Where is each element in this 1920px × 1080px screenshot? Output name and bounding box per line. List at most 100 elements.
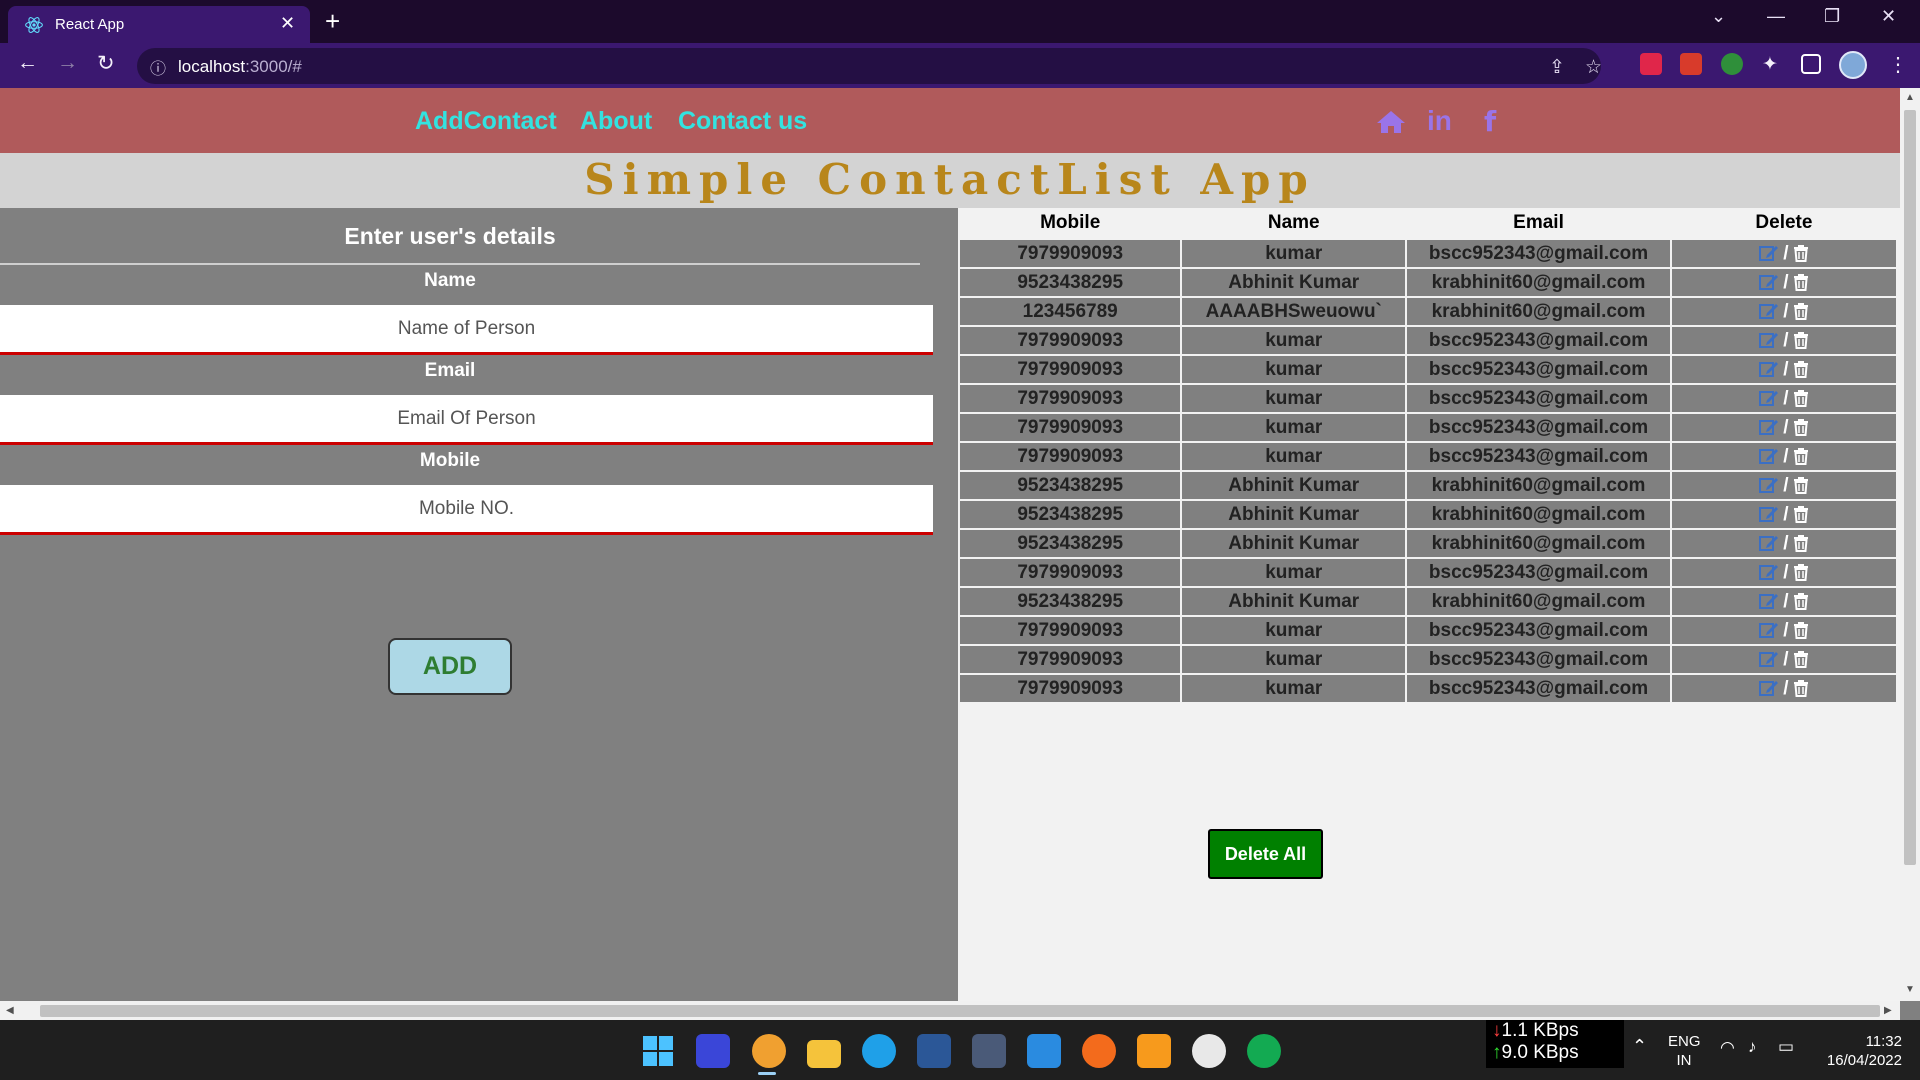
wifi-icon[interactable]: ◠ (1720, 1038, 1735, 1058)
edit-icon[interactable] (1759, 679, 1779, 697)
app-gray-icon[interactable] (972, 1034, 1006, 1068)
scroll-down-icon[interactable]: ▼ (1905, 984, 1915, 995)
edit-icon[interactable] (1759, 302, 1779, 320)
edit-icon[interactable] (1759, 360, 1779, 378)
trash-icon[interactable] (1793, 418, 1809, 437)
vscode-icon[interactable] (1027, 1034, 1061, 1068)
edit-icon[interactable] (1759, 563, 1779, 581)
horizontal-scroll-thumb[interactable] (40, 1005, 1880, 1017)
restore-icon[interactable]: ❐ (1824, 6, 1840, 27)
extensions-puzzle-icon[interactable]: ✦ (1762, 53, 1778, 76)
name-input[interactable] (0, 305, 933, 355)
share-icon[interactable]: ⇪ (1549, 56, 1565, 79)
clock[interactable]: 11:32 16/04/2022 (1812, 1032, 1902, 1070)
vertical-scrollbar[interactable]: ▲ ▼ (1900, 88, 1920, 1001)
edit-icon[interactable] (1759, 331, 1779, 349)
trash-icon[interactable] (1793, 563, 1809, 582)
facebook-icon[interactable]: f (1484, 105, 1496, 138)
tree-extension-icon[interactable] (1721, 53, 1743, 75)
trash-icon[interactable] (1793, 447, 1809, 466)
firefox-icon[interactable] (1082, 1034, 1116, 1068)
edit-icon[interactable] (1759, 447, 1779, 465)
email-input[interactable] (0, 395, 933, 445)
cell-actions: / (1669, 412, 1899, 443)
side-panel-icon[interactable] (1801, 54, 1821, 74)
trash-icon[interactable] (1793, 621, 1809, 640)
cell-mobile: 7979909093 (957, 557, 1183, 588)
tab-close-icon[interactable]: ✕ (280, 13, 295, 34)
battery-icon[interactable]: ▭ (1778, 1037, 1794, 1057)
browser-tab[interactable]: React App ✕ (8, 6, 310, 43)
table-row: 7979909093 kumar bscc952343@gmail.com / (957, 615, 1899, 646)
trash-icon[interactable] (1793, 244, 1809, 263)
grid-extension-icon[interactable] (1680, 53, 1702, 75)
trash-icon[interactable] (1793, 679, 1809, 698)
back-icon[interactable]: ← (17, 51, 38, 75)
scroll-left-icon[interactable]: ◀ (6, 1005, 14, 1016)
horizontal-scrollbar[interactable]: ◀ ▶ (0, 1001, 1900, 1020)
site-info-icon[interactable]: ⓘ (150, 55, 166, 79)
trash-icon[interactable] (1793, 360, 1809, 379)
tab-search-icon[interactable]: ⌄ (1711, 6, 1726, 27)
edit-icon[interactable] (1759, 505, 1779, 523)
cell-actions: / (1669, 528, 1899, 559)
powershell-icon[interactable] (917, 1034, 951, 1068)
action-separator: / (1783, 619, 1789, 641)
cell-actions: / (1669, 499, 1899, 530)
edit-icon[interactable] (1759, 476, 1779, 494)
minimize-icon[interactable]: — (1767, 6, 1785, 27)
trash-icon[interactable] (1793, 389, 1809, 408)
nav-contact-us[interactable]: Contact us (678, 107, 807, 136)
trash-icon[interactable] (1793, 650, 1809, 669)
file-explorer-icon[interactable] (807, 1040, 841, 1068)
form-title: Enter user's details (344, 223, 556, 249)
cell-name: kumar (1180, 412, 1408, 443)
tray-chevron-icon[interactable]: ⌃ (1632, 1036, 1647, 1057)
nav-about[interactable]: About (580, 107, 652, 136)
slack-icon[interactable] (1192, 1034, 1226, 1068)
volume-icon[interactable]: ♪ (1748, 1037, 1757, 1057)
delete-all-button[interactable]: Delete All (1208, 829, 1323, 879)
nav-add-contact[interactable]: AddContact (415, 107, 557, 136)
trash-icon[interactable] (1793, 302, 1809, 321)
app-blue-icon[interactable] (696, 1034, 730, 1068)
trash-icon[interactable] (1793, 476, 1809, 495)
trash-icon[interactable] (1793, 331, 1809, 350)
mobile-input[interactable] (0, 485, 933, 535)
edit-icon[interactable] (1759, 650, 1779, 668)
edit-icon[interactable] (1759, 418, 1779, 436)
reload-icon[interactable]: ↻ (97, 51, 115, 76)
edit-icon[interactable] (1759, 273, 1779, 291)
edge-icon[interactable] (862, 1034, 896, 1068)
trash-icon[interactable] (1793, 505, 1809, 524)
language-indicator[interactable]: ENG IN (1668, 1032, 1701, 1070)
vertical-scroll-thumb[interactable] (1904, 110, 1916, 865)
scroll-up-icon[interactable]: ▲ (1905, 92, 1915, 103)
edit-icon[interactable] (1759, 534, 1779, 552)
pocket-extension-icon[interactable] (1640, 53, 1662, 75)
chrome-canary-icon[interactable] (752, 1034, 786, 1068)
edit-icon[interactable] (1759, 389, 1779, 407)
linkedin-icon[interactable]: in (1427, 105, 1452, 137)
action-separator: / (1783, 474, 1789, 496)
table-row: 9523438295 Abhinit Kumar krabhinit60@gmail… (957, 586, 1899, 617)
trash-icon[interactable] (1793, 592, 1809, 611)
address-bar[interactable]: ⓘ localhost:3000/# ⇪ ☆ (137, 48, 1602, 84)
profile-avatar[interactable] (1839, 51, 1867, 79)
sublime-text-icon[interactable] (1137, 1034, 1171, 1068)
scroll-right-icon[interactable]: ▶ (1884, 1005, 1892, 1016)
edit-icon[interactable] (1759, 592, 1779, 610)
window-close-icon[interactable]: ✕ (1881, 6, 1896, 27)
menu-kebab-icon[interactable]: ⋮ (1888, 52, 1908, 77)
trash-icon[interactable] (1793, 534, 1809, 553)
edit-icon[interactable] (1759, 621, 1779, 639)
new-tab-icon[interactable]: + (325, 6, 340, 37)
add-button[interactable]: ADD (388, 638, 512, 695)
edit-icon[interactable] (1759, 244, 1779, 262)
trash-icon[interactable] (1793, 273, 1809, 292)
forward-icon[interactable]: → (57, 51, 78, 75)
bookmark-star-icon[interactable]: ☆ (1585, 56, 1602, 79)
mongodb-icon[interactable] (1247, 1034, 1281, 1068)
windows-start-icon[interactable] (641, 1034, 675, 1068)
home-icon[interactable] (1376, 110, 1406, 134)
